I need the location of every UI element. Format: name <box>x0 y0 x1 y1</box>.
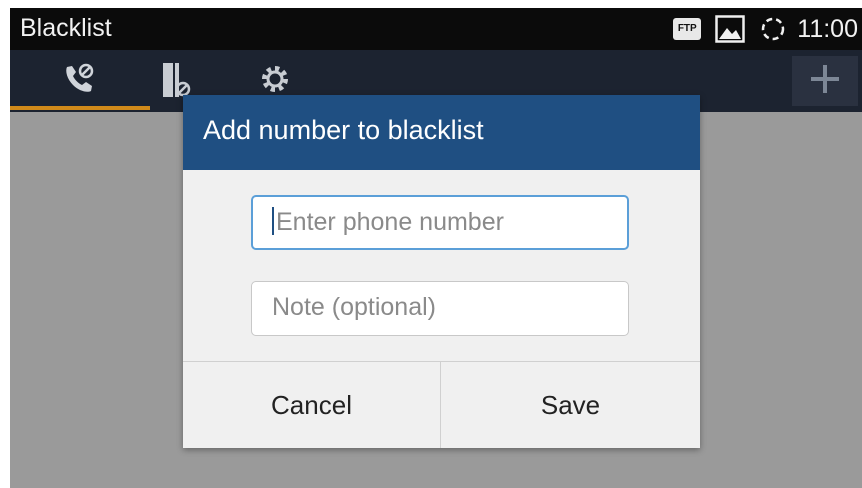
add-number-dialog: Add number to blacklist Enter phone numb… <box>183 95 700 448</box>
tab-call-blacklist[interactable] <box>44 50 114 112</box>
picture-icon <box>715 15 746 43</box>
text-caret <box>272 207 274 236</box>
note-placeholder: Note (optional) <box>272 293 436 321</box>
status-bar: Blacklist FTP 11:00 <box>10 8 862 50</box>
app-title: Blacklist <box>20 14 112 42</box>
status-icons: FTP 11:00 <box>673 13 858 45</box>
phone-number-input[interactable]: Enter phone number <box>251 195 629 250</box>
dialog-title: Add number to blacklist <box>203 115 484 145</box>
call-block-icon <box>61 61 97 102</box>
sync-icon <box>759 15 787 43</box>
plus-icon <box>808 62 842 101</box>
cancel-button[interactable]: Cancel <box>183 362 440 448</box>
note-input[interactable]: Note (optional) <box>251 281 629 336</box>
dialog-header: Add number to blacklist <box>183 95 700 170</box>
ftp-icon: FTP <box>673 18 702 40</box>
save-button[interactable]: Save <box>441 362 700 448</box>
add-button[interactable] <box>792 56 858 106</box>
phone-placeholder: Enter phone number <box>276 208 504 236</box>
clock: 11:00 <box>797 14 858 43</box>
